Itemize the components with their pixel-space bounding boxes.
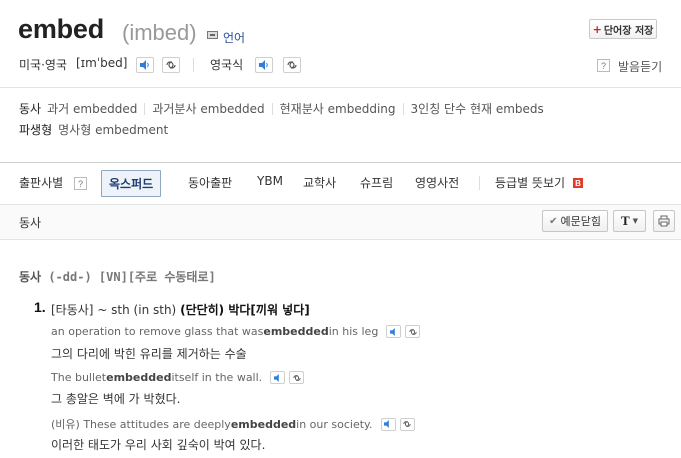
font-size-button[interactable]: T ▼ [613, 210, 646, 232]
speaker-icon [140, 60, 149, 70]
tab-by-publisher[interactable]: 출판사별 [19, 174, 63, 191]
repeat-icon [166, 61, 176, 69]
example-text: in his leg [328, 325, 379, 338]
tab-kyohaksa[interactable]: 교학사 [303, 174, 336, 191]
toggle-examples-button[interactable]: ✔ 예문닫힘 [542, 210, 608, 232]
speaker-icon [273, 373, 279, 382]
example-text: (비유) These attitudes are deeply [51, 418, 231, 431]
plus-icon: + [592, 22, 602, 36]
derived-forms-label: 파생형 [19, 123, 53, 137]
divider [402, 102, 404, 115]
form-third-person-value[interactable]: embeds [496, 102, 544, 116]
save-to-wordbook-label: 단어장 저장 [603, 25, 654, 37]
entry-pos-pattern: [VN][주로 수동태로] [98, 270, 216, 284]
repeat-icon [292, 374, 301, 381]
us-pron-label: 미국·영국 [19, 58, 67, 72]
beta-badge: B [573, 178, 583, 188]
entry-pos-heading: 동사 (-dd-) [VN][주로 수동태로] [19, 268, 216, 285]
sense-tag: [타동사] [51, 303, 94, 317]
verb-forms-row: 동사 과거 embedded 과거분사 embedded 현재분사 embedd… [19, 100, 544, 117]
sense-definition-line: [타동사] ~ sth (in sth) (단단히) 박다[끼워 넣다] [51, 301, 310, 318]
derived-forms-row: 파생형 명사형 embedment [19, 121, 168, 138]
us-speaker-button[interactable] [136, 57, 154, 73]
listen-pronunciation-link[interactable]: 발음듣기 [618, 58, 662, 75]
us-ipa: [ɪmˈbed] [76, 56, 128, 70]
uk-repeat-button[interactable] [283, 57, 301, 73]
example-repeat-button[interactable] [399, 417, 415, 431]
save-to-wordbook-button[interactable]: + 단어장 저장 [589, 19, 657, 39]
sense-definition: (단단히) 박다[끼워 넣다] [180, 303, 310, 317]
tab-english-english[interactable]: 영영사전 [415, 174, 459, 191]
form-present-participle-value[interactable]: embedding [328, 102, 396, 116]
tab-ybm[interactable]: YBM [257, 174, 283, 188]
check-icon: ✔ [549, 215, 558, 227]
example-keyword: embedded [263, 325, 329, 338]
us-repeat-button[interactable] [162, 57, 180, 73]
repeat-icon [287, 61, 297, 69]
example-english: (비유) These attitudes are deeply embedded… [51, 416, 415, 432]
headword-pronunciation: (imbed) [122, 20, 197, 45]
example-korean: 이러한 태도가 우리 사회 깊숙이 박여 있다. [51, 438, 266, 452]
divider [271, 102, 273, 115]
divider [144, 102, 146, 115]
part-of-speech-label: 동사 [19, 216, 42, 230]
verb-forms-label: 동사 [19, 102, 42, 116]
repeat-icon [403, 421, 411, 427]
speaker-icon [259, 60, 268, 70]
print-button[interactable] [653, 210, 675, 232]
example-speaker-button[interactable] [386, 325, 402, 338]
divider [479, 176, 480, 190]
example-keyword: embedded [106, 371, 172, 384]
print-icon [658, 215, 670, 227]
speaker-icon [384, 420, 389, 428]
form-past-participle-name: 과거분사 [152, 102, 197, 116]
repeat-icon [409, 328, 417, 335]
example-text: in our society. [296, 417, 373, 431]
derived-noun-value[interactable]: embedment [95, 123, 168, 137]
derived-noun-name: 명사형 [58, 123, 92, 137]
form-past-value[interactable]: embedded [73, 102, 137, 116]
example-repeat-button[interactable] [289, 371, 305, 384]
example-text: The bullet [51, 371, 107, 384]
example-english: an operation to remove glass that was em… [51, 325, 421, 338]
example-text: itself in the wall. [171, 371, 263, 384]
example-keyword: embedded [230, 417, 297, 431]
tab-level-meaning[interactable]: 등급별 뜻보기 [495, 174, 565, 191]
divider [193, 58, 194, 72]
sense-number: 1. [34, 299, 46, 315]
tab-oxford[interactable]: 옥스퍼드 [101, 170, 162, 197]
form-present-participle-name: 현재분사 [279, 102, 324, 116]
language-link[interactable]: 언어 [223, 29, 245, 46]
form-past-name: 과거 [47, 102, 70, 116]
uk-pron-label: 영국식 [210, 58, 244, 72]
example-korean: 그 총알은 벽에 가 박혔다. [51, 392, 181, 406]
font-size-label: T [620, 213, 630, 228]
help-icon[interactable]: ? [597, 59, 610, 72]
example-text: an operation to remove glass that was [51, 325, 264, 338]
divider [0, 87, 681, 88]
form-past-participle-value[interactable]: embedded [200, 102, 264, 116]
example-repeat-button[interactable] [405, 325, 421, 338]
sense-pattern: ~ sth (in sth) [97, 303, 177, 317]
example-korean: 그의 다리에 박힌 유리를 제거하는 수술 [51, 347, 247, 361]
example-speaker-button[interactable] [380, 417, 396, 431]
example-speaker-button[interactable] [270, 371, 286, 384]
entry-pos: 동사 [19, 270, 42, 284]
speaker-icon [389, 327, 395, 336]
help-icon[interactable]: ? [74, 177, 87, 190]
entry-pos-grammar: (-dd-) [48, 270, 92, 284]
example-english: The bullet embedded itself in the wall. [51, 371, 305, 384]
form-third-person-name: 3인칭 단수 현재 [410, 102, 493, 116]
tab-donga[interactable]: 동아출판 [188, 174, 232, 191]
toggle-examples-label: 예문닫힘 [560, 215, 601, 228]
chevron-down-icon: ▼ [632, 217, 639, 225]
uk-speaker-button[interactable] [255, 57, 273, 73]
tab-supreme[interactable]: 슈프림 [360, 174, 393, 191]
headword: embed [18, 14, 105, 44]
language-icon[interactable] [207, 31, 218, 39]
